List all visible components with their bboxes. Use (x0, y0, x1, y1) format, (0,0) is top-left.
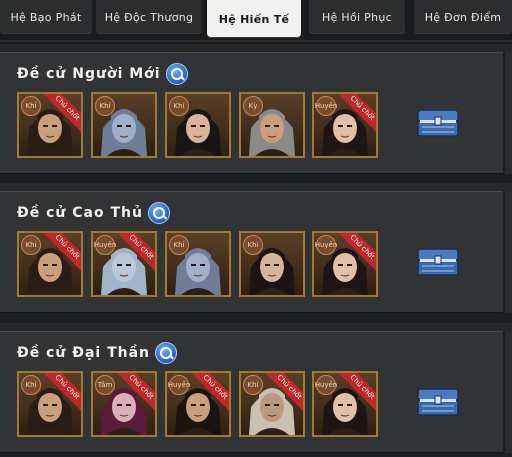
tab-bao-phat[interactable]: Hệ Bạo Phát (0, 0, 92, 34)
element-badge: Huyền (94, 235, 116, 255)
search-icon[interactable] (147, 202, 170, 224)
element-badge: Khí (95, 96, 115, 116)
hero-card[interactable]: Tâm Chủ chốt (91, 371, 157, 437)
element-badge: Khí (243, 235, 263, 255)
element-badge: Huyền (315, 235, 337, 255)
hero-card[interactable]: Khí (91, 92, 157, 158)
tab-hoi-phuc[interactable]: Hệ Hồi Phục (309, 0, 405, 34)
tab-bar: Hệ Bạo Phát Hệ Độc Thương Hệ Hiến Tế Hệ … (0, 0, 512, 40)
tab-label: Hệ Hồi Phục (321, 10, 392, 24)
element-badge: Kỳ (243, 96, 263, 116)
hero-card[interactable]: Kỳ (239, 92, 305, 158)
element-badge: Tâm (95, 375, 115, 395)
tab-doc-thuong[interactable]: Hệ Độc Thương (96, 0, 202, 34)
tab-label: Hệ Đơn Điểm (424, 10, 502, 24)
search-icon[interactable] (155, 342, 178, 364)
section-title: Đề cử Cao Thủ (17, 205, 143, 221)
panel-edge (505, 52, 512, 174)
treasure-chest-icon[interactable] (416, 106, 460, 138)
hero-card[interactable]: Khí (165, 231, 231, 297)
hero-card[interactable]: Huyền Chủ chốt (91, 231, 157, 297)
tab-hien-te[interactable]: Hệ Hiến Tế (207, 0, 301, 38)
search-icon[interactable] (165, 63, 188, 85)
tab-label: Hệ Hiến Tế (218, 12, 290, 26)
hero-card[interactable]: Huyền Chủ chốt (165, 371, 231, 437)
hero-card[interactable]: Huyền Chủ chốt (312, 371, 378, 437)
tab-divider (0, 40, 512, 42)
element-badge: Khí (169, 96, 189, 116)
hero-card[interactable]: Huyền Chủ chốt (312, 92, 378, 158)
element-badge: Huyền (168, 375, 190, 395)
element-badge: Khí (21, 235, 41, 255)
element-badge: Khí (169, 235, 189, 255)
treasure-chest-icon[interactable] (416, 245, 460, 277)
section-title: Đề cử Người Mới (17, 66, 161, 82)
tab-label: Hệ Độc Thương (104, 10, 194, 24)
tab-label: Hệ Bạo Phát (10, 10, 82, 24)
hero-card[interactable]: Khí (165, 92, 231, 158)
element-badge: Huyền (315, 96, 337, 116)
hero-card[interactable]: Khí Chủ chốt (17, 371, 83, 437)
section-title: Đề cử Đại Thần (17, 345, 151, 361)
hero-card[interactable]: Khí Chủ chốt (17, 231, 83, 297)
section-background (0, 44, 512, 52)
hero-card[interactable]: Khí Chủ chốt (17, 92, 83, 158)
element-badge: Khí (243, 375, 263, 395)
hero-card[interactable]: Huyền Chủ chốt (312, 231, 378, 297)
section-background (0, 323, 512, 331)
element-badge: Khí (21, 96, 41, 116)
element-badge: Khí (21, 375, 41, 395)
element-badge: Huyền (315, 375, 337, 395)
hero-card[interactable]: Khí Chủ chốt (239, 371, 305, 437)
section-background (0, 183, 512, 191)
panel-edge (505, 331, 512, 453)
tab-don-diem[interactable]: Hệ Đơn Điểm (414, 0, 512, 34)
hero-card[interactable]: Khí (239, 231, 305, 297)
treasure-chest-icon[interactable] (416, 385, 460, 417)
panel-edge (505, 191, 512, 313)
